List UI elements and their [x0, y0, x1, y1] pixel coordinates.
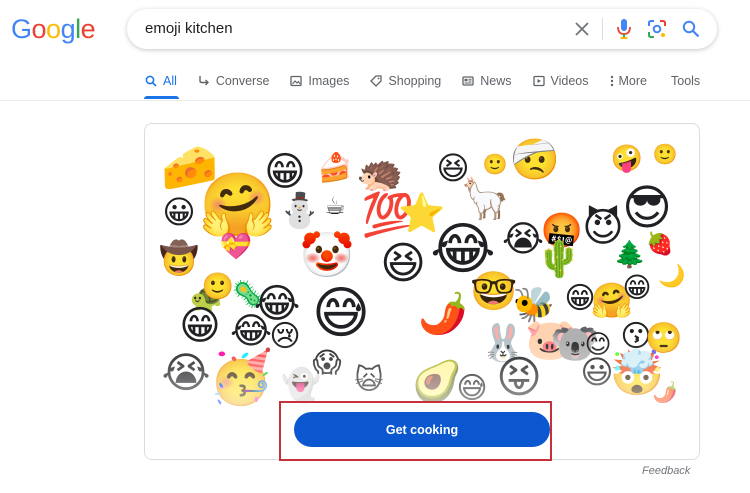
emoji-sticker: 🍓 [646, 232, 674, 257]
search-icon[interactable] [679, 17, 703, 41]
emoji-sticker: 🙂 [482, 152, 508, 176]
converse-arrow-icon [197, 74, 211, 88]
tab-label: Videos [550, 74, 589, 88]
tab-label: Images [308, 74, 350, 88]
emoji-sticker: 🙂 [652, 142, 678, 166]
search-tabs: All Converse Images Shopping News Videos [144, 72, 667, 100]
tab-all[interactable]: All [144, 72, 179, 99]
emoji-sticker: ⛄ [278, 191, 322, 231]
tab-label: Shopping [388, 74, 442, 88]
tab-more[interactable]: More [609, 72, 647, 90]
logo-letter-g2: g [60, 14, 76, 44]
emoji-sticker: 🤡 [299, 230, 355, 281]
tab-shopping[interactable]: Shopping [369, 72, 441, 90]
emoji-sticker: 😁 [622, 271, 652, 304]
emoji-sticker: 🤓 [470, 269, 518, 313]
logo-letter-e: e [80, 14, 96, 44]
tab-label: Converse [215, 74, 270, 88]
emoji-sticker: 😅 [311, 281, 371, 346]
mic-icon[interactable] [612, 17, 636, 41]
logo-letter-g: G [11, 14, 32, 44]
tab-images[interactable]: Images [289, 72, 349, 90]
emoji-sticker: 🤠 [159, 239, 199, 277]
play-icon [532, 74, 546, 88]
emoji-sticker: ☕ [324, 192, 346, 220]
search-input[interactable]: emoji kitchen [145, 20, 233, 37]
close-icon[interactable] [570, 17, 594, 41]
tab-label: All [163, 74, 177, 88]
tab-label: More [618, 74, 647, 88]
emoji-sticker: 🌙 [658, 264, 686, 289]
tag-icon [369, 74, 383, 88]
tab-label: News [480, 74, 512, 88]
tab-converse[interactable]: Converse [197, 72, 270, 90]
tab-news[interactable]: News [461, 72, 512, 90]
search-divider [602, 18, 603, 40]
search-box[interactable]: emoji kitchen [127, 9, 717, 49]
emoji-sticker: 🍰 [317, 151, 353, 184]
emoji-sticker: 🤗 [199, 168, 277, 241]
emoji-sticker: 😭 [501, 219, 545, 260]
emoji-sticker: 💝 [219, 232, 253, 262]
logo-letter-o2: o [46, 14, 61, 44]
search-icon [144, 74, 158, 88]
get-cooking-button[interactable]: Get cooking [294, 412, 550, 447]
feedback-link[interactable]: Feedback [642, 465, 690, 477]
emoji-sticker: 😀 [162, 193, 196, 231]
emoji-sticker: 🌵 [536, 239, 582, 280]
emoji-sticker: 🌶️ [418, 291, 468, 337]
news-icon [461, 74, 475, 88]
header-divider [0, 100, 750, 101]
emoji-sticker: 🤪 [610, 144, 644, 174]
image-icon [289, 74, 303, 88]
tab-videos[interactable]: Videos [532, 72, 589, 90]
more-dots-icon [609, 74, 615, 88]
emoji-sticker: 🦔 [356, 151, 404, 195]
emoji-sticker: 🤕 [510, 137, 560, 183]
emoji-sticker: 😆 [380, 238, 426, 289]
emoji-sticker: 🌲 [613, 240, 647, 270]
emoji-sticker: 🙂 [201, 272, 235, 302]
logo-letter-o1: o [31, 14, 47, 44]
google-logo[interactable]: Google [11, 14, 96, 45]
tools-button[interactable]: Tools [671, 74, 700, 88]
emoji-sticker: 😎 [621, 180, 673, 236]
lens-icon[interactable] [645, 17, 669, 41]
emoji-sticker: 🦙 [460, 176, 510, 222]
